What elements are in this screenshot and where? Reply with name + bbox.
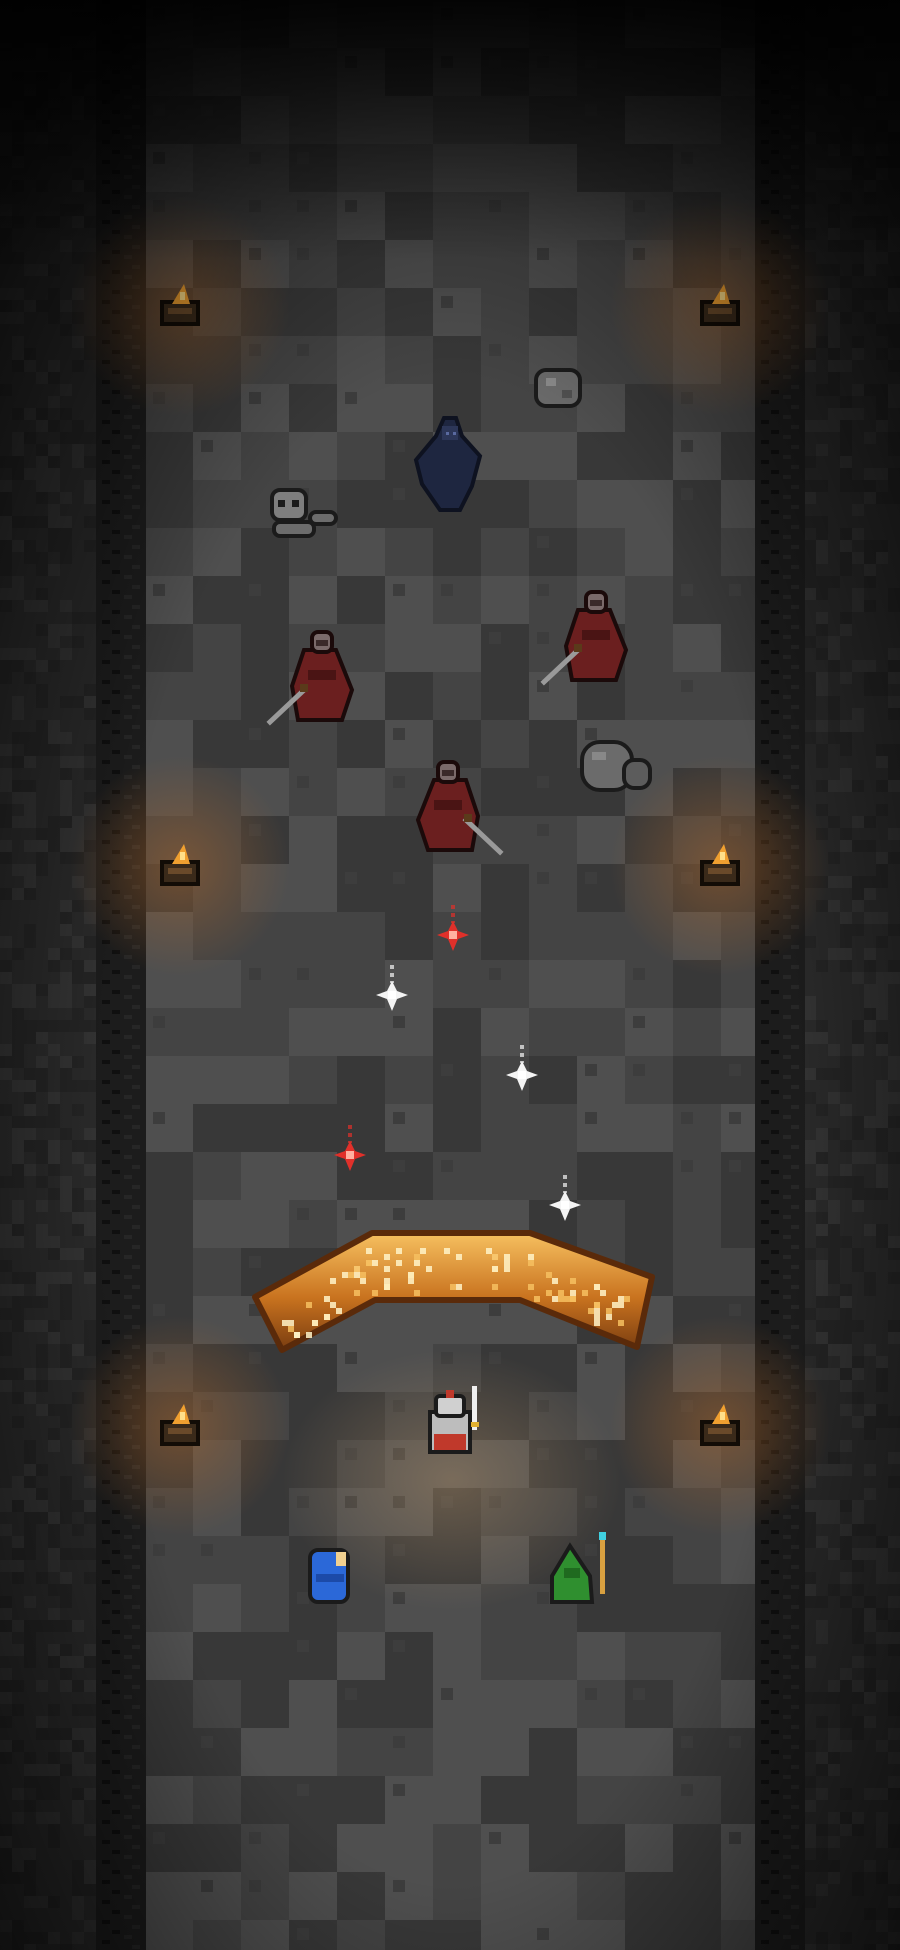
game-viewport[interactable] (0, 0, 900, 1950)
top-darkness (0, 0, 900, 260)
vignette-overlay (0, 0, 900, 1950)
dungeon-scene (0, 0, 900, 1950)
